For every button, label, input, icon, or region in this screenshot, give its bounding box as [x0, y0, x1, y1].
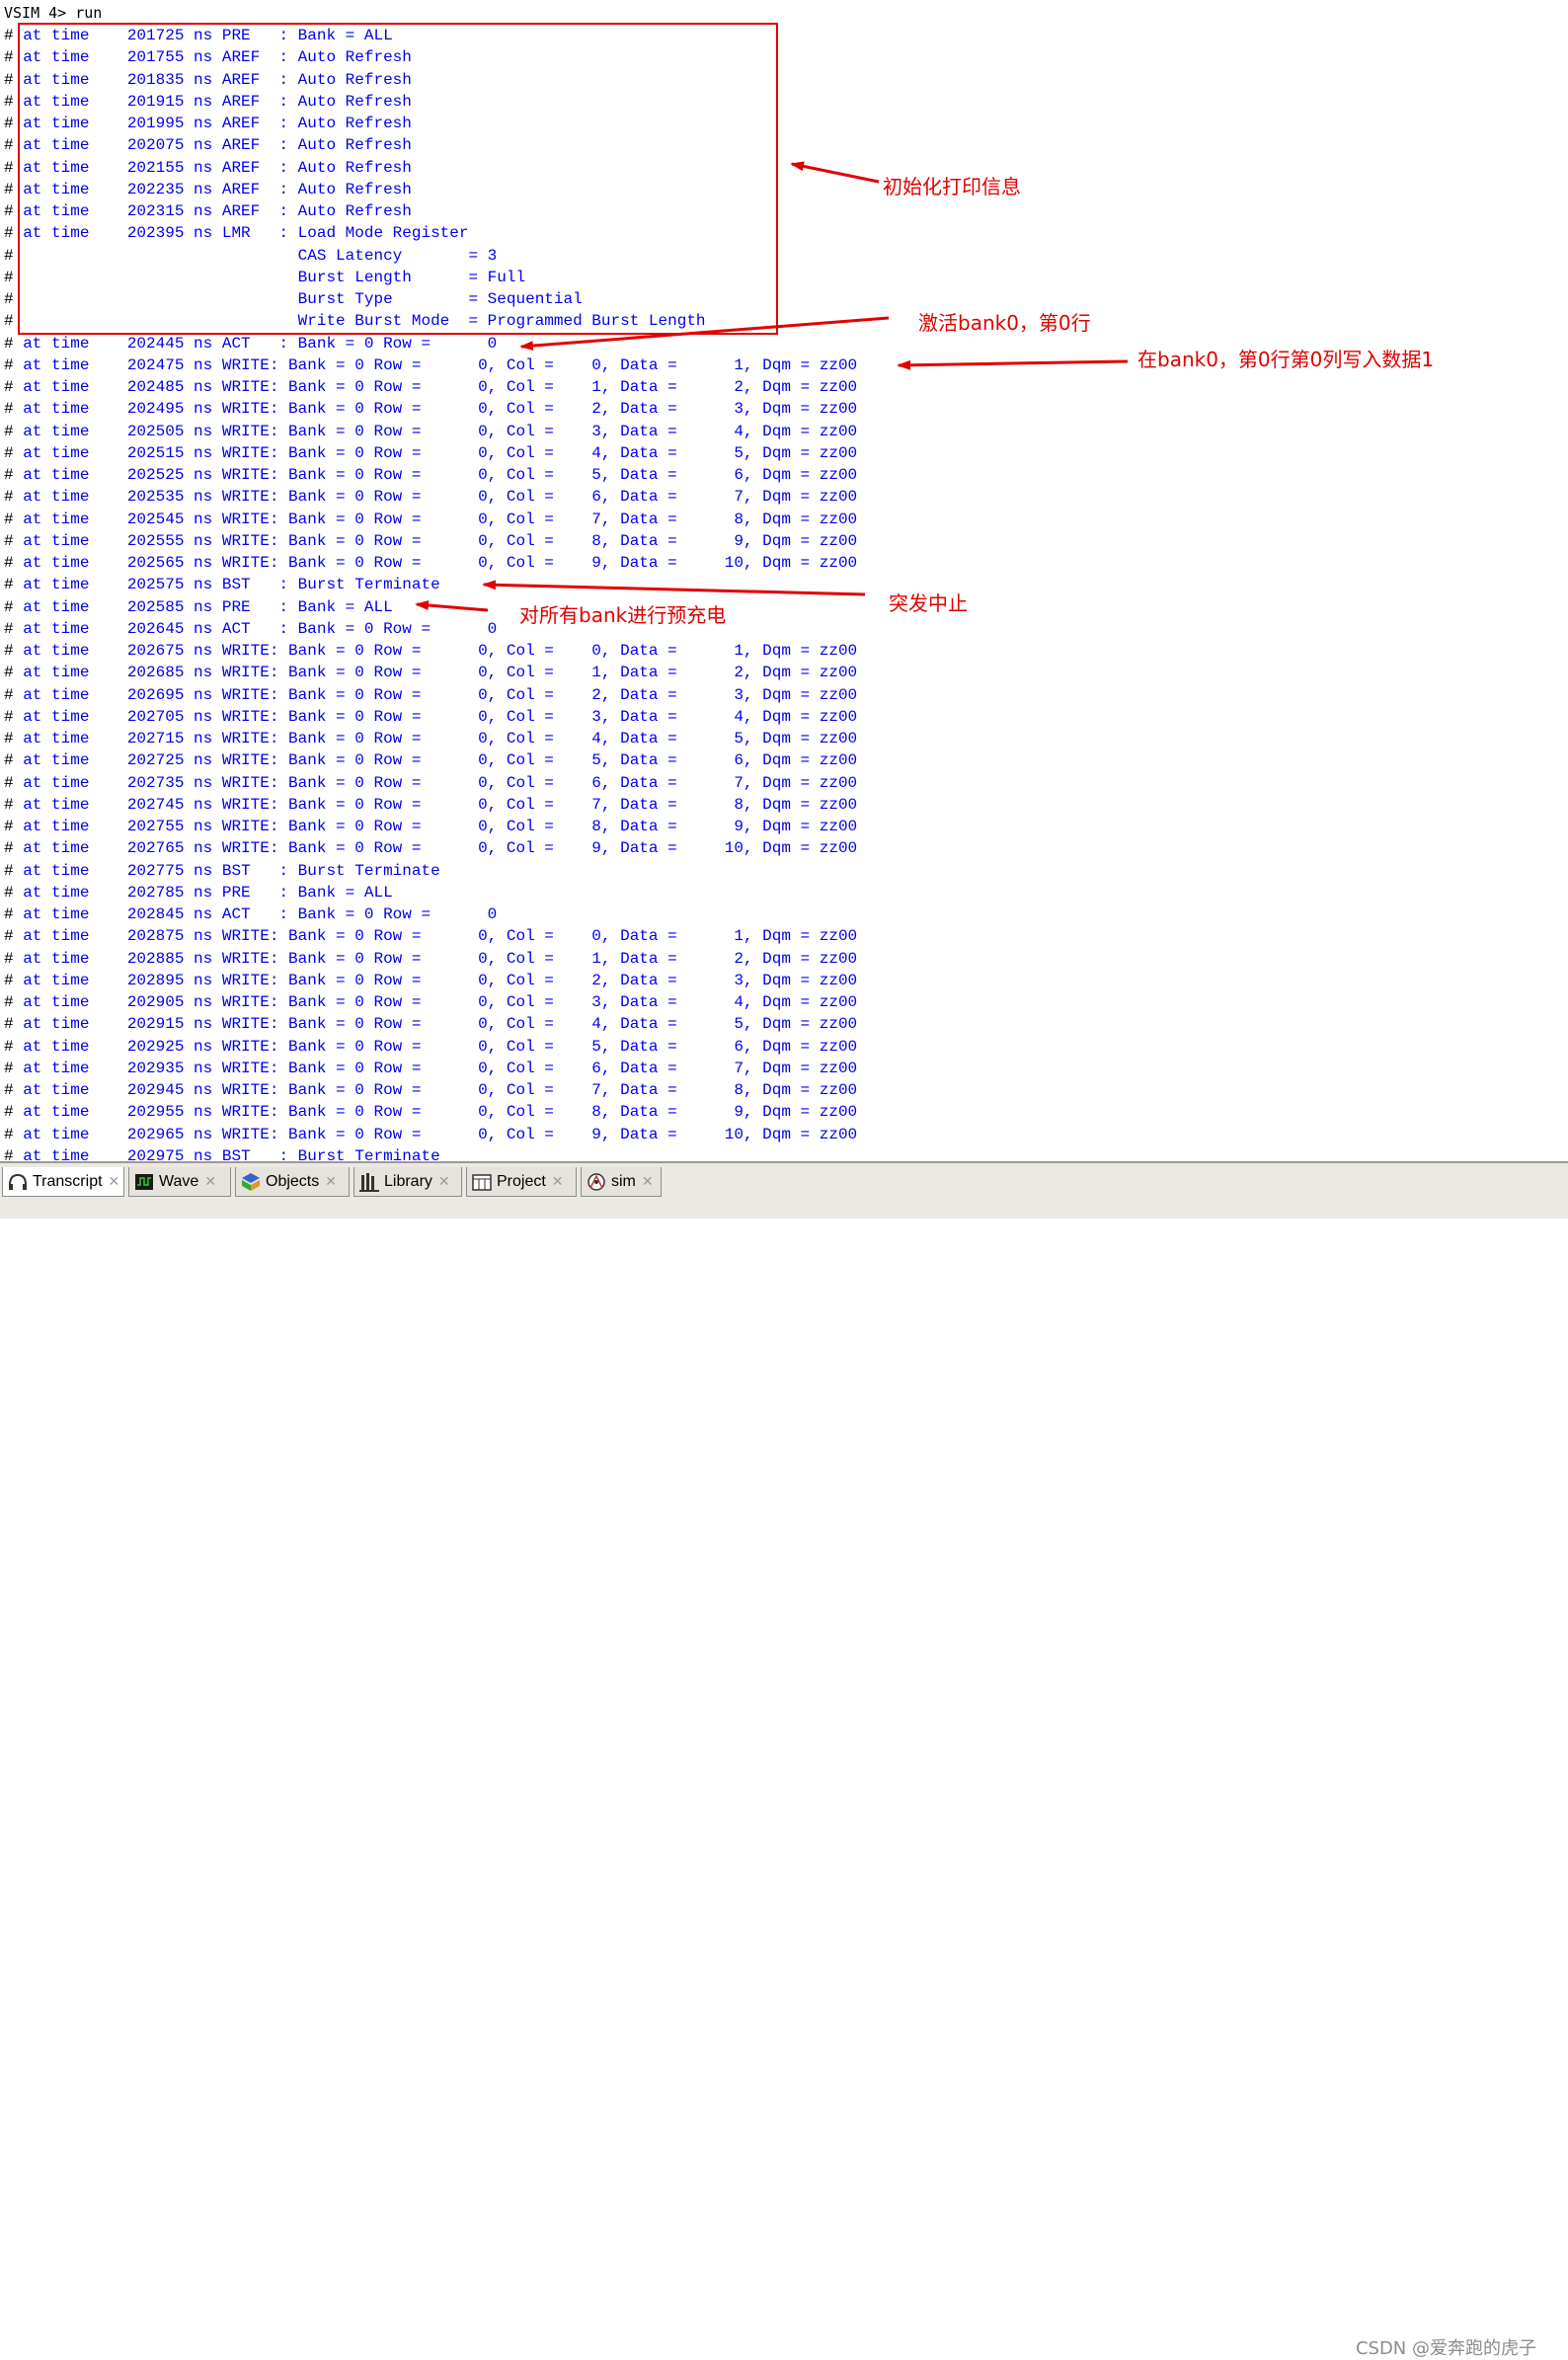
tab-sim[interactable]: sim ✕: [581, 1167, 662, 1197]
tab-label: sim: [611, 1172, 636, 1190]
project-icon: [471, 1171, 493, 1193]
arrow-init-info: [790, 161, 880, 184]
wave-icon: [133, 1171, 155, 1193]
tab-label: Library: [384, 1172, 432, 1190]
tab-label: Objects: [266, 1172, 320, 1190]
tab-label: Project: [497, 1172, 546, 1190]
annotation-burst-terminate: 突发中止: [889, 591, 968, 615]
tab-objects[interactable]: Objects ✕: [235, 1167, 350, 1197]
arrow-write-data: [897, 359, 1129, 370]
arrow-activate: [519, 316, 890, 352]
objects-icon: [240, 1171, 262, 1193]
tab-label: Transcript: [33, 1172, 103, 1190]
tab-wave[interactable]: Wave ✕: [128, 1167, 231, 1197]
watermark: CSDN @爱奔跑的虎子: [1355, 2338, 1536, 2359]
tab-library[interactable]: Library ✕: [353, 1167, 462, 1197]
close-icon[interactable]: ✕: [325, 1173, 337, 1190]
transcript-icon: [7, 1171, 29, 1193]
tab-transcript[interactable]: Transcript ✕: [2, 1167, 124, 1197]
tab-label: Wave: [159, 1172, 199, 1190]
annotation-precharge-all: 对所有bank进行预充电: [519, 603, 727, 627]
annotation-write-data-1: 在bank0，第0行第0列写入数据1: [1137, 348, 1435, 371]
arrow-burst-terminate: [482, 580, 866, 596]
transcript-pane[interactable]: VSIM 4> run # at time 201725 ns PRE : Ba…: [0, 0, 1568, 1175]
tab-project[interactable]: Project ✕: [466, 1167, 577, 1197]
close-icon[interactable]: ✕: [438, 1173, 450, 1190]
bottom-tab-bar: Transcript ✕ Wave ✕ Objects ✕ Library ✕ …: [0, 1161, 1568, 2359]
annotation-activate-bank0: 激活bank0，第0行: [918, 311, 1091, 335]
arrow-precharge: [415, 600, 489, 612]
close-icon[interactable]: ✕: [109, 1173, 120, 1190]
annotation-arrows: [415, 161, 1129, 612]
close-icon[interactable]: ✕: [552, 1173, 564, 1190]
sim-icon: [586, 1171, 607, 1193]
annotation-init-info: 初始化打印信息: [883, 175, 1021, 198]
close-icon[interactable]: ✕: [642, 1173, 654, 1190]
close-icon[interactable]: ✕: [204, 1173, 216, 1190]
library-icon: [358, 1171, 380, 1193]
